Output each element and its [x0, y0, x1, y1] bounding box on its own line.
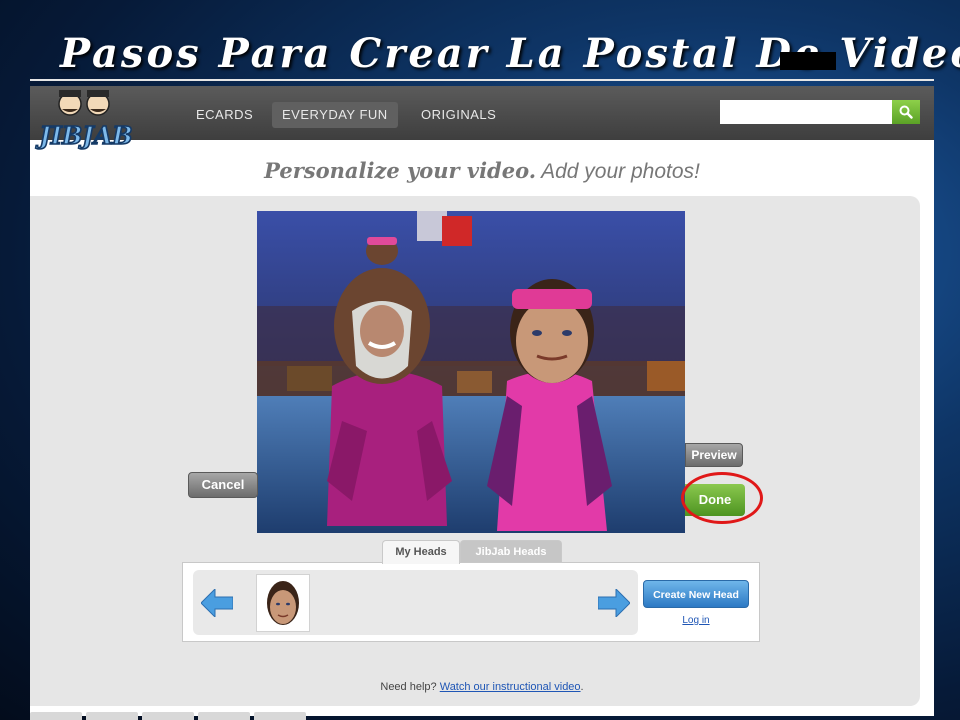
create-new-head-button[interactable]: Create New Head — [643, 580, 749, 608]
taskbar-tab[interactable] — [142, 712, 194, 720]
jibjab-logo[interactable]: JIBJAB — [34, 88, 138, 150]
help-line: Need help? Watch our instructional video… — [30, 681, 934, 693]
svg-text:JIBJAB: JIBJAB — [35, 121, 132, 150]
title-underline — [30, 79, 934, 81]
tab-jibjab-heads[interactable]: JibJab Heads — [460, 540, 562, 563]
browser-taskbar-strip — [30, 712, 360, 720]
nav-everyday-fun[interactable]: EVERYDAY FUN — [272, 102, 398, 128]
video-scene — [257, 211, 685, 533]
help-text: Need help? — [380, 681, 437, 693]
heads-tray: Create New Head Log in — [182, 562, 760, 642]
title-black-bar — [780, 52, 836, 70]
search-input[interactable] — [720, 100, 892, 124]
page-headline: Personalize your video. Add your photos! — [30, 158, 934, 184]
instructional-video-link[interactable]: Watch our instructional video — [440, 681, 581, 693]
help-period: . — [580, 681, 584, 693]
arrow-left-icon[interactable] — [201, 589, 233, 617]
taskbar-tab[interactable] — [254, 712, 306, 720]
head-thumbnail[interactable] — [256, 574, 310, 632]
tab-my-heads[interactable]: My Heads — [382, 540, 460, 564]
top-navigation: JIBJAB ECARDS EVERYDAY FUN ORIGINALS — [30, 86, 934, 150]
nav-ecards[interactable]: ECARDS — [186, 102, 263, 128]
cancel-button[interactable]: Cancel — [188, 472, 258, 498]
face-thumbnail-icon — [267, 581, 299, 625]
headline-bold: Personalize your video. — [264, 158, 537, 183]
headline-rest: Add your photos! — [536, 160, 700, 183]
taskbar-tab[interactable] — [30, 712, 82, 720]
nav-originals[interactable]: ORIGINALS — [411, 102, 506, 128]
browser-screenshot: JIBJAB ECARDS EVERYDAY FUN ORIGINALS Per… — [30, 86, 934, 716]
taskbar-tab[interactable] — [198, 712, 250, 720]
heads-carousel — [193, 570, 638, 635]
search-button[interactable] — [892, 100, 920, 124]
taskbar-tab[interactable] — [86, 712, 138, 720]
highlight-circle — [681, 472, 763, 524]
preview-button[interactable]: Preview — [685, 443, 743, 467]
search-icon — [899, 105, 913, 119]
login-link[interactable]: Log in — [643, 615, 749, 626]
video-preview — [257, 211, 685, 533]
arrow-right-icon[interactable] — [598, 589, 630, 617]
